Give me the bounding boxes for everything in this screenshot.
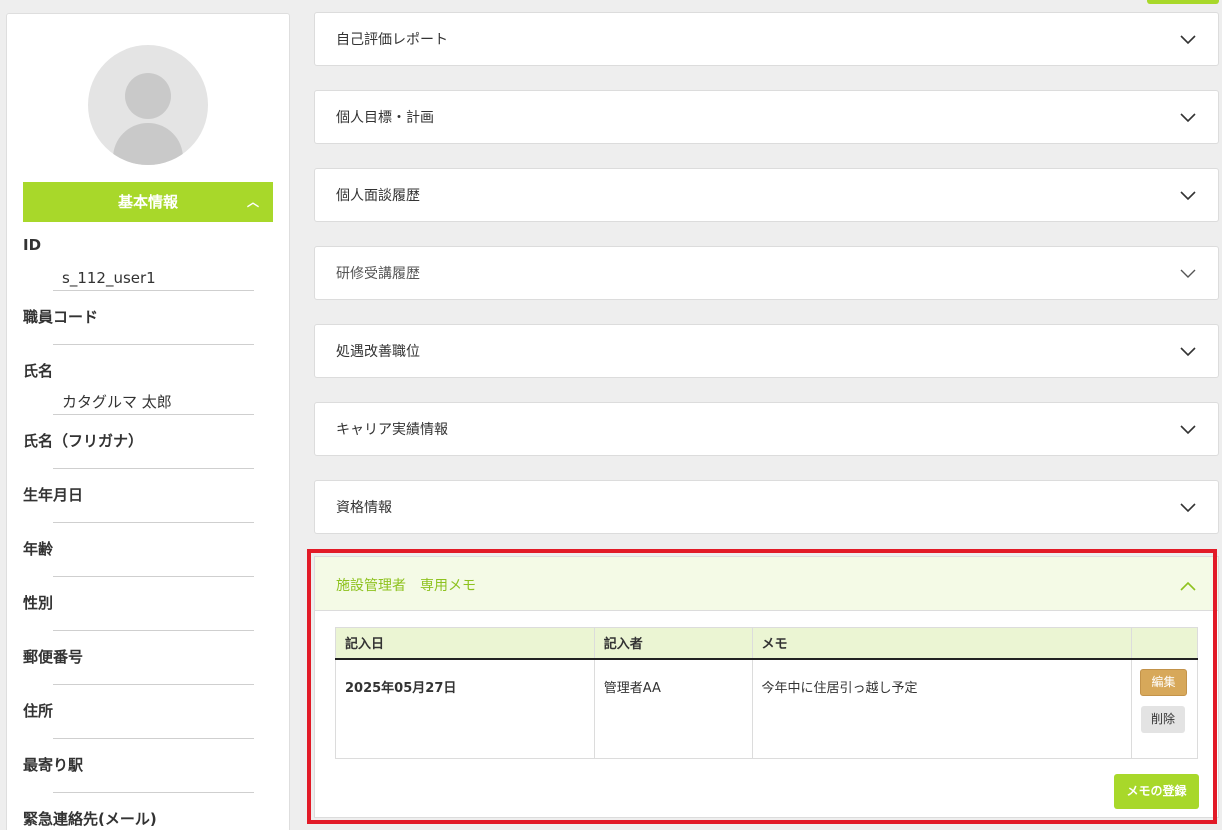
accordion-label: 個人目標・計画 [336,110,434,126]
accordion-interview-history[interactable]: 個人面談履歴 [314,168,1219,222]
accordion-label: 処遇改善職位 [336,344,420,360]
field-value-birthdate [53,499,254,523]
chevron-up-icon: ︿ [246,195,259,209]
accordion-label: 個人面談履歴 [336,188,420,204]
field-value-staff-code [53,321,254,345]
highlight-frame [307,549,1217,824]
chevron-down-icon [1180,269,1196,278]
field-value-nearest-station [53,769,254,793]
basic-info-header[interactable]: 基本情報 ︿ [23,182,273,222]
avatar [88,45,208,165]
accordion-label: 自己評価レポート [336,32,448,48]
basic-info-title: 基本情報 [117,193,178,211]
field-value-name-kana [53,445,254,469]
chevron-down-icon [1180,35,1196,45]
field-label-gender: 性別 [23,594,54,612]
top-action-button[interactable] [1147,0,1219,4]
chevron-down-icon [1180,347,1196,357]
chevron-down-icon [1180,191,1196,201]
field-value-name: カタグルマ 太郎 [53,391,254,415]
chevron-down-icon [1180,425,1196,435]
field-label-id: ID [23,236,42,254]
field-label-age: 年齢 [23,540,54,558]
accordion-personal-goals[interactable]: 個人目標・計画 [314,90,1219,144]
field-value-postal-code [53,661,254,685]
accordion-qualifications[interactable]: 資格情報 [314,480,1219,534]
accordion-label: キャリア実績情報 [336,422,448,438]
field-value-id: s_112_user1 [53,267,254,291]
accordion-treatment-position[interactable]: 処遇改善職位 [314,324,1219,378]
accordion-label: 資格情報 [336,500,392,516]
profile-sidebar: 基本情報 ︿ ID s_112_user1 職員コード 氏名 カタグルマ 太郎 … [6,13,290,830]
accordion-training-history[interactable]: 研修受講履歴 [314,246,1219,300]
chevron-down-icon [1180,113,1196,123]
field-label-emergency-email: 緊急連絡先(メール) [23,810,157,828]
accordion-career-record[interactable]: キャリア実績情報 [314,402,1219,456]
accordion-label: 研修受講履歴 [336,266,420,282]
accordion-self-evaluation[interactable]: 自己評価レポート [314,12,1219,66]
chevron-down-icon [1180,503,1196,513]
field-label-name: 氏名 [23,362,54,380]
field-value-gender [53,607,254,631]
field-value-address [53,715,254,739]
field-value-age [53,553,254,577]
field-label-address: 住所 [23,702,54,720]
